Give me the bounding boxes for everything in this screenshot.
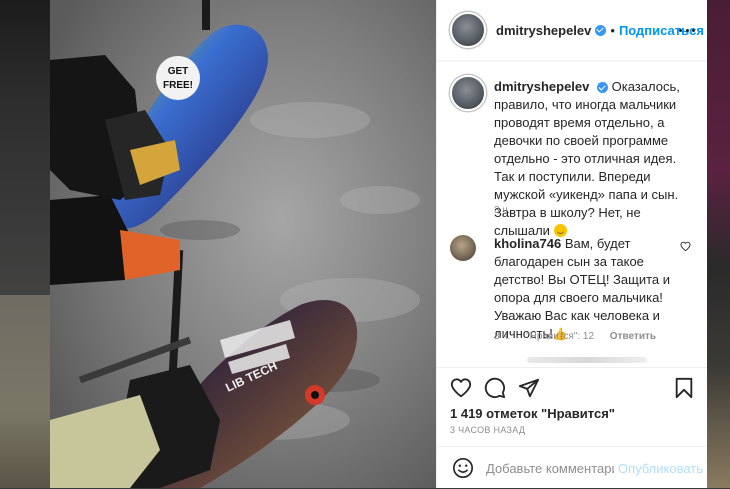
comment-icon[interactable] [484, 377, 506, 399]
separator-dot: • [610, 22, 615, 38]
verified-icon [595, 24, 607, 36]
snowboard-photo-art: GET FREE! LIB TECH [50, 0, 436, 488]
sticker-text-1: GET [168, 66, 189, 77]
caption-time[interactable]: 3 ч. [494, 205, 510, 216]
comments-section[interactable]: dmitryshepelev Оказалось, правило, что и… [437, 61, 707, 366]
caption-text-block: dmitryshepelev Оказалось, правило, что и… [494, 78, 699, 240]
more-icon[interactable] [679, 22, 695, 38]
next-post-preview[interactable] [706, 0, 730, 488]
add-comment-bar: Опубликовать [437, 446, 707, 489]
likes-count[interactable]: 1 419 отметок "Нравится" [450, 406, 615, 421]
comment-text-block: kholina746 Вам, будет благодарен сын за … [494, 235, 684, 343]
heart-icon[interactable] [450, 377, 472, 399]
action-icons [450, 377, 540, 399]
caption-username[interactable]: dmitryshepelev [494, 79, 589, 94]
comment-body: Вам, будет благодарен сын за такое детст… [494, 236, 671, 341]
publish-button[interactable]: Опубликовать [618, 461, 703, 476]
next-comment-preview [527, 357, 647, 363]
comment-like-heart-icon[interactable] [680, 241, 691, 252]
caption-avatar[interactable] [450, 75, 486, 111]
previous-post-preview-lower [0, 295, 50, 488]
post-actions: 1 419 отметок "Нравится" 3 ЧАСОВ НАЗАД О… [437, 367, 707, 488]
sticker-text-2: FREE! [163, 80, 193, 91]
share-icon[interactable] [518, 377, 540, 399]
author-username[interactable]: dmitryshepelev [496, 23, 591, 38]
commenter-avatar[interactable] [450, 235, 476, 261]
post-photo[interactable]: GET FREE! LIB TECH [50, 0, 436, 488]
post-details-panel: dmitryshepelev • Подписаться dmitryshepe… [436, 0, 707, 488]
comment-input[interactable] [486, 460, 614, 476]
verified-icon [597, 82, 608, 94]
author-avatar[interactable] [450, 12, 486, 48]
comment-time[interactable]: 3 ч. [494, 331, 510, 342]
comment-meta: 3 ч. "Нравится": 12 Ответить [494, 331, 669, 342]
post-header: dmitryshepelev • Подписаться [437, 0, 707, 61]
emoji-icon[interactable] [452, 457, 474, 479]
caption-body: Оказалось, правило, что иногда мальчики … [494, 79, 680, 238]
comment-likes[interactable]: "Нравится": 12 [526, 331, 594, 342]
reply-button[interactable]: Ответить [610, 331, 656, 342]
commenter-username[interactable]: kholina746 [494, 236, 561, 251]
post-timestamp[interactable]: 3 ЧАСОВ НАЗАД [450, 425, 525, 435]
bookmark-icon[interactable] [673, 377, 695, 399]
